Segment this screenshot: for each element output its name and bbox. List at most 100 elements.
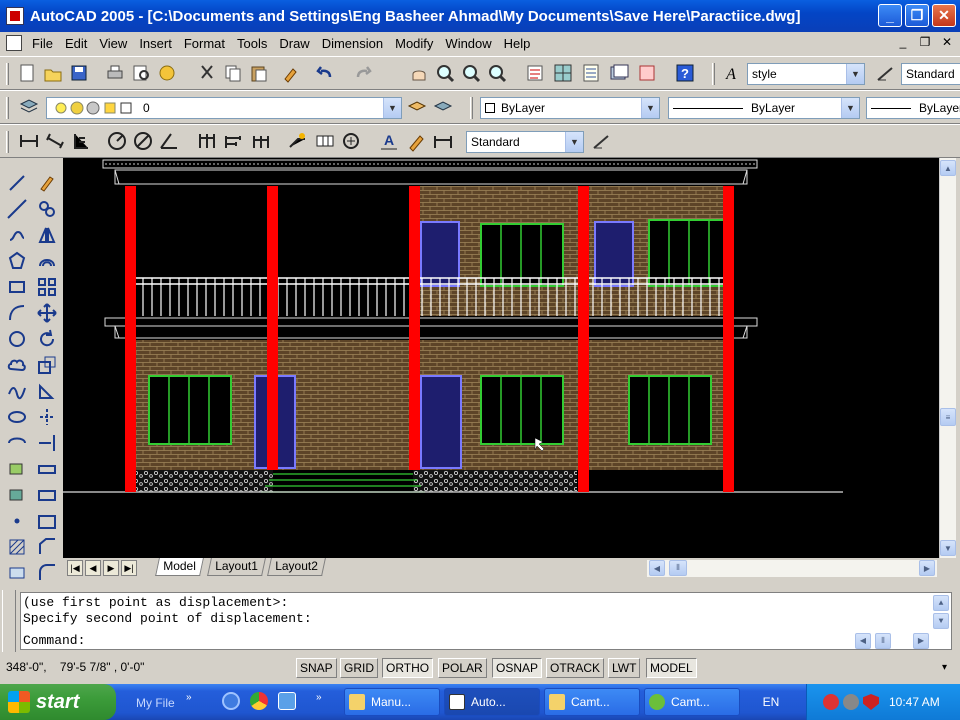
language-indicator[interactable]: EN xyxy=(754,690,788,714)
mirror-icon[interactable] xyxy=(36,224,58,246)
markup-set-icon[interactable] xyxy=(636,62,658,84)
line-icon[interactable] xyxy=(6,172,28,194)
chrome-icon[interactable] xyxy=(250,692,268,710)
minimize-button[interactable]: _ xyxy=(878,4,902,27)
text-style-select[interactable]: style ▼ xyxy=(747,63,865,85)
dim-style-select[interactable]: Standard xyxy=(901,63,960,85)
dimension-style-select[interactable]: Standard ▼ xyxy=(466,131,584,153)
trim-icon[interactable] xyxy=(36,406,58,428)
model-toggle[interactable]: MODEL xyxy=(646,658,697,678)
arc-icon[interactable] xyxy=(6,302,28,324)
scroll-left-icon[interactable]: ◀ xyxy=(649,560,665,576)
doc-restore-button[interactable]: ❐ xyxy=(916,35,934,51)
chevron-down-icon[interactable]: ▼ xyxy=(565,132,583,152)
chevron-down-icon[interactable]: ▼ xyxy=(641,98,659,118)
tool-palettes-icon[interactable] xyxy=(580,62,602,84)
design-center-icon[interactable] xyxy=(552,62,574,84)
polyline-icon[interactable] xyxy=(6,224,28,246)
ellipse-arc-icon[interactable] xyxy=(6,432,28,454)
open-icon[interactable] xyxy=(42,62,64,84)
move-icon[interactable] xyxy=(36,302,58,324)
lineweight-select[interactable]: ByLayer xyxy=(866,97,960,119)
title-bar[interactable]: AutoCAD 2005 - [C:\Documents and Setting… xyxy=(0,0,960,32)
break-at-point-icon[interactable] xyxy=(36,458,58,480)
zoom-realtime-icon[interactable] xyxy=(434,62,456,84)
tray-volume-icon[interactable] xyxy=(843,694,859,710)
zoom-window-icon[interactable] xyxy=(460,62,482,84)
close-button[interactable]: ✕ xyxy=(932,4,956,27)
tab-layout1[interactable]: Layout1 xyxy=(207,558,266,576)
menu-modify[interactable]: Modify xyxy=(389,36,439,51)
app-quicklaunch-icon[interactable] xyxy=(278,692,296,710)
cmd-scroll-right-icon[interactable]: ▶ xyxy=(913,633,929,649)
tray-app-icon[interactable] xyxy=(823,694,839,710)
new-icon[interactable] xyxy=(16,62,38,84)
quick-leader-icon[interactable] xyxy=(286,130,308,152)
toolbar-grip[interactable] xyxy=(6,97,9,119)
layer-select[interactable]: 0 ▼ xyxy=(46,97,402,119)
continue-dimension-icon[interactable] xyxy=(250,130,272,152)
grid-toggle[interactable]: GRID xyxy=(340,658,378,678)
dimension-update-icon[interactable] xyxy=(432,130,454,152)
taskbar-clock[interactable]: 10:47 AM xyxy=(889,695,940,709)
array-icon[interactable] xyxy=(36,276,58,298)
autocad-app-icon[interactable] xyxy=(6,7,24,25)
menu-edit[interactable]: Edit xyxy=(59,36,93,51)
toolbar-grip[interactable] xyxy=(6,63,9,85)
linetype-select[interactable]: ByLayer ▼ xyxy=(668,97,860,119)
menu-tools[interactable]: Tools xyxy=(231,36,273,51)
taskbar-item-manual-folder[interactable]: Manu... xyxy=(344,688,440,716)
circle-icon[interactable] xyxy=(6,328,28,350)
doc-close-button[interactable]: ✕ xyxy=(938,35,956,51)
cut-icon[interactable] xyxy=(196,62,218,84)
color-select[interactable]: ByLayer ▼ xyxy=(480,97,660,119)
help-icon[interactable]: ? xyxy=(674,62,696,84)
lwt-toggle[interactable]: LWT xyxy=(608,658,641,678)
ortho-toggle[interactable]: ORTHO xyxy=(382,658,434,678)
point-icon[interactable] xyxy=(6,510,28,532)
sheet-set-icon[interactable] xyxy=(608,62,630,84)
tolerance-icon[interactable] xyxy=(314,130,336,152)
start-button[interactable]: start xyxy=(0,684,116,720)
status-tray-chevron-icon[interactable]: ▾ xyxy=(942,662,947,673)
taskbar-item-camtasia[interactable]: Camt... xyxy=(644,688,740,716)
rectangle-icon[interactable] xyxy=(6,276,28,298)
dimension-edit-icon[interactable]: A xyxy=(378,130,400,152)
text-style-icon[interactable]: A xyxy=(720,62,742,84)
scroll-up-icon[interactable]: ▲ xyxy=(940,160,956,176)
internet-explorer-icon[interactable] xyxy=(222,692,240,710)
save-icon[interactable] xyxy=(68,62,90,84)
hatch-icon[interactable] xyxy=(6,536,28,558)
chevron-down-icon[interactable]: ▼ xyxy=(383,98,401,118)
scroll-thumb[interactable]: ≡ xyxy=(940,408,956,426)
horizontal-scrollbar[interactable]: ◀ ⦀ ▶ xyxy=(647,560,937,577)
command-window[interactable]: (use first point as displacement>: Speci… xyxy=(20,592,952,650)
cmd-scroll-down-icon[interactable]: ▼ xyxy=(933,613,949,629)
snap-toggle[interactable]: SNAP xyxy=(296,658,337,678)
make-object-layer-current-icon[interactable] xyxy=(406,96,428,118)
coordinate-readout[interactable]: 348'-0", 79'-5 7/8" , 0'-0" xyxy=(6,660,144,674)
menu-window[interactable]: Window xyxy=(439,36,497,51)
diameter-dimension-icon[interactable] xyxy=(132,130,154,152)
aligned-dimension-icon[interactable] xyxy=(44,130,66,152)
cmd-hscroll-thumb[interactable]: ⦀ xyxy=(875,633,891,649)
layer-previous-icon[interactable] xyxy=(432,96,454,118)
plot-icon[interactable] xyxy=(104,62,126,84)
fillet-icon[interactable] xyxy=(36,562,58,584)
tab-layout2[interactable]: Layout2 xyxy=(267,558,326,576)
revision-cloud-icon[interactable] xyxy=(6,354,28,376)
hscroll-thumb[interactable]: ⦀ xyxy=(669,560,687,576)
properties-icon[interactable] xyxy=(524,62,546,84)
spline-icon[interactable] xyxy=(6,380,28,402)
scroll-down-icon[interactable]: ▼ xyxy=(940,540,956,556)
baseline-dimension-icon[interactable] xyxy=(222,130,244,152)
chevron-down-icon[interactable]: ▼ xyxy=(841,98,859,118)
quicklaunch-chevron-icon[interactable]: » xyxy=(186,692,192,703)
quicklaunch-more-icon[interactable]: » xyxy=(316,692,322,703)
toolbar-grip[interactable] xyxy=(6,131,9,153)
polygon-icon[interactable] xyxy=(6,250,28,272)
toolbar-grip[interactable] xyxy=(470,97,473,119)
dimension-text-edit-icon[interactable] xyxy=(406,130,428,152)
maximize-button[interactable]: ❐ xyxy=(905,4,929,27)
pan-icon[interactable] xyxy=(408,62,430,84)
